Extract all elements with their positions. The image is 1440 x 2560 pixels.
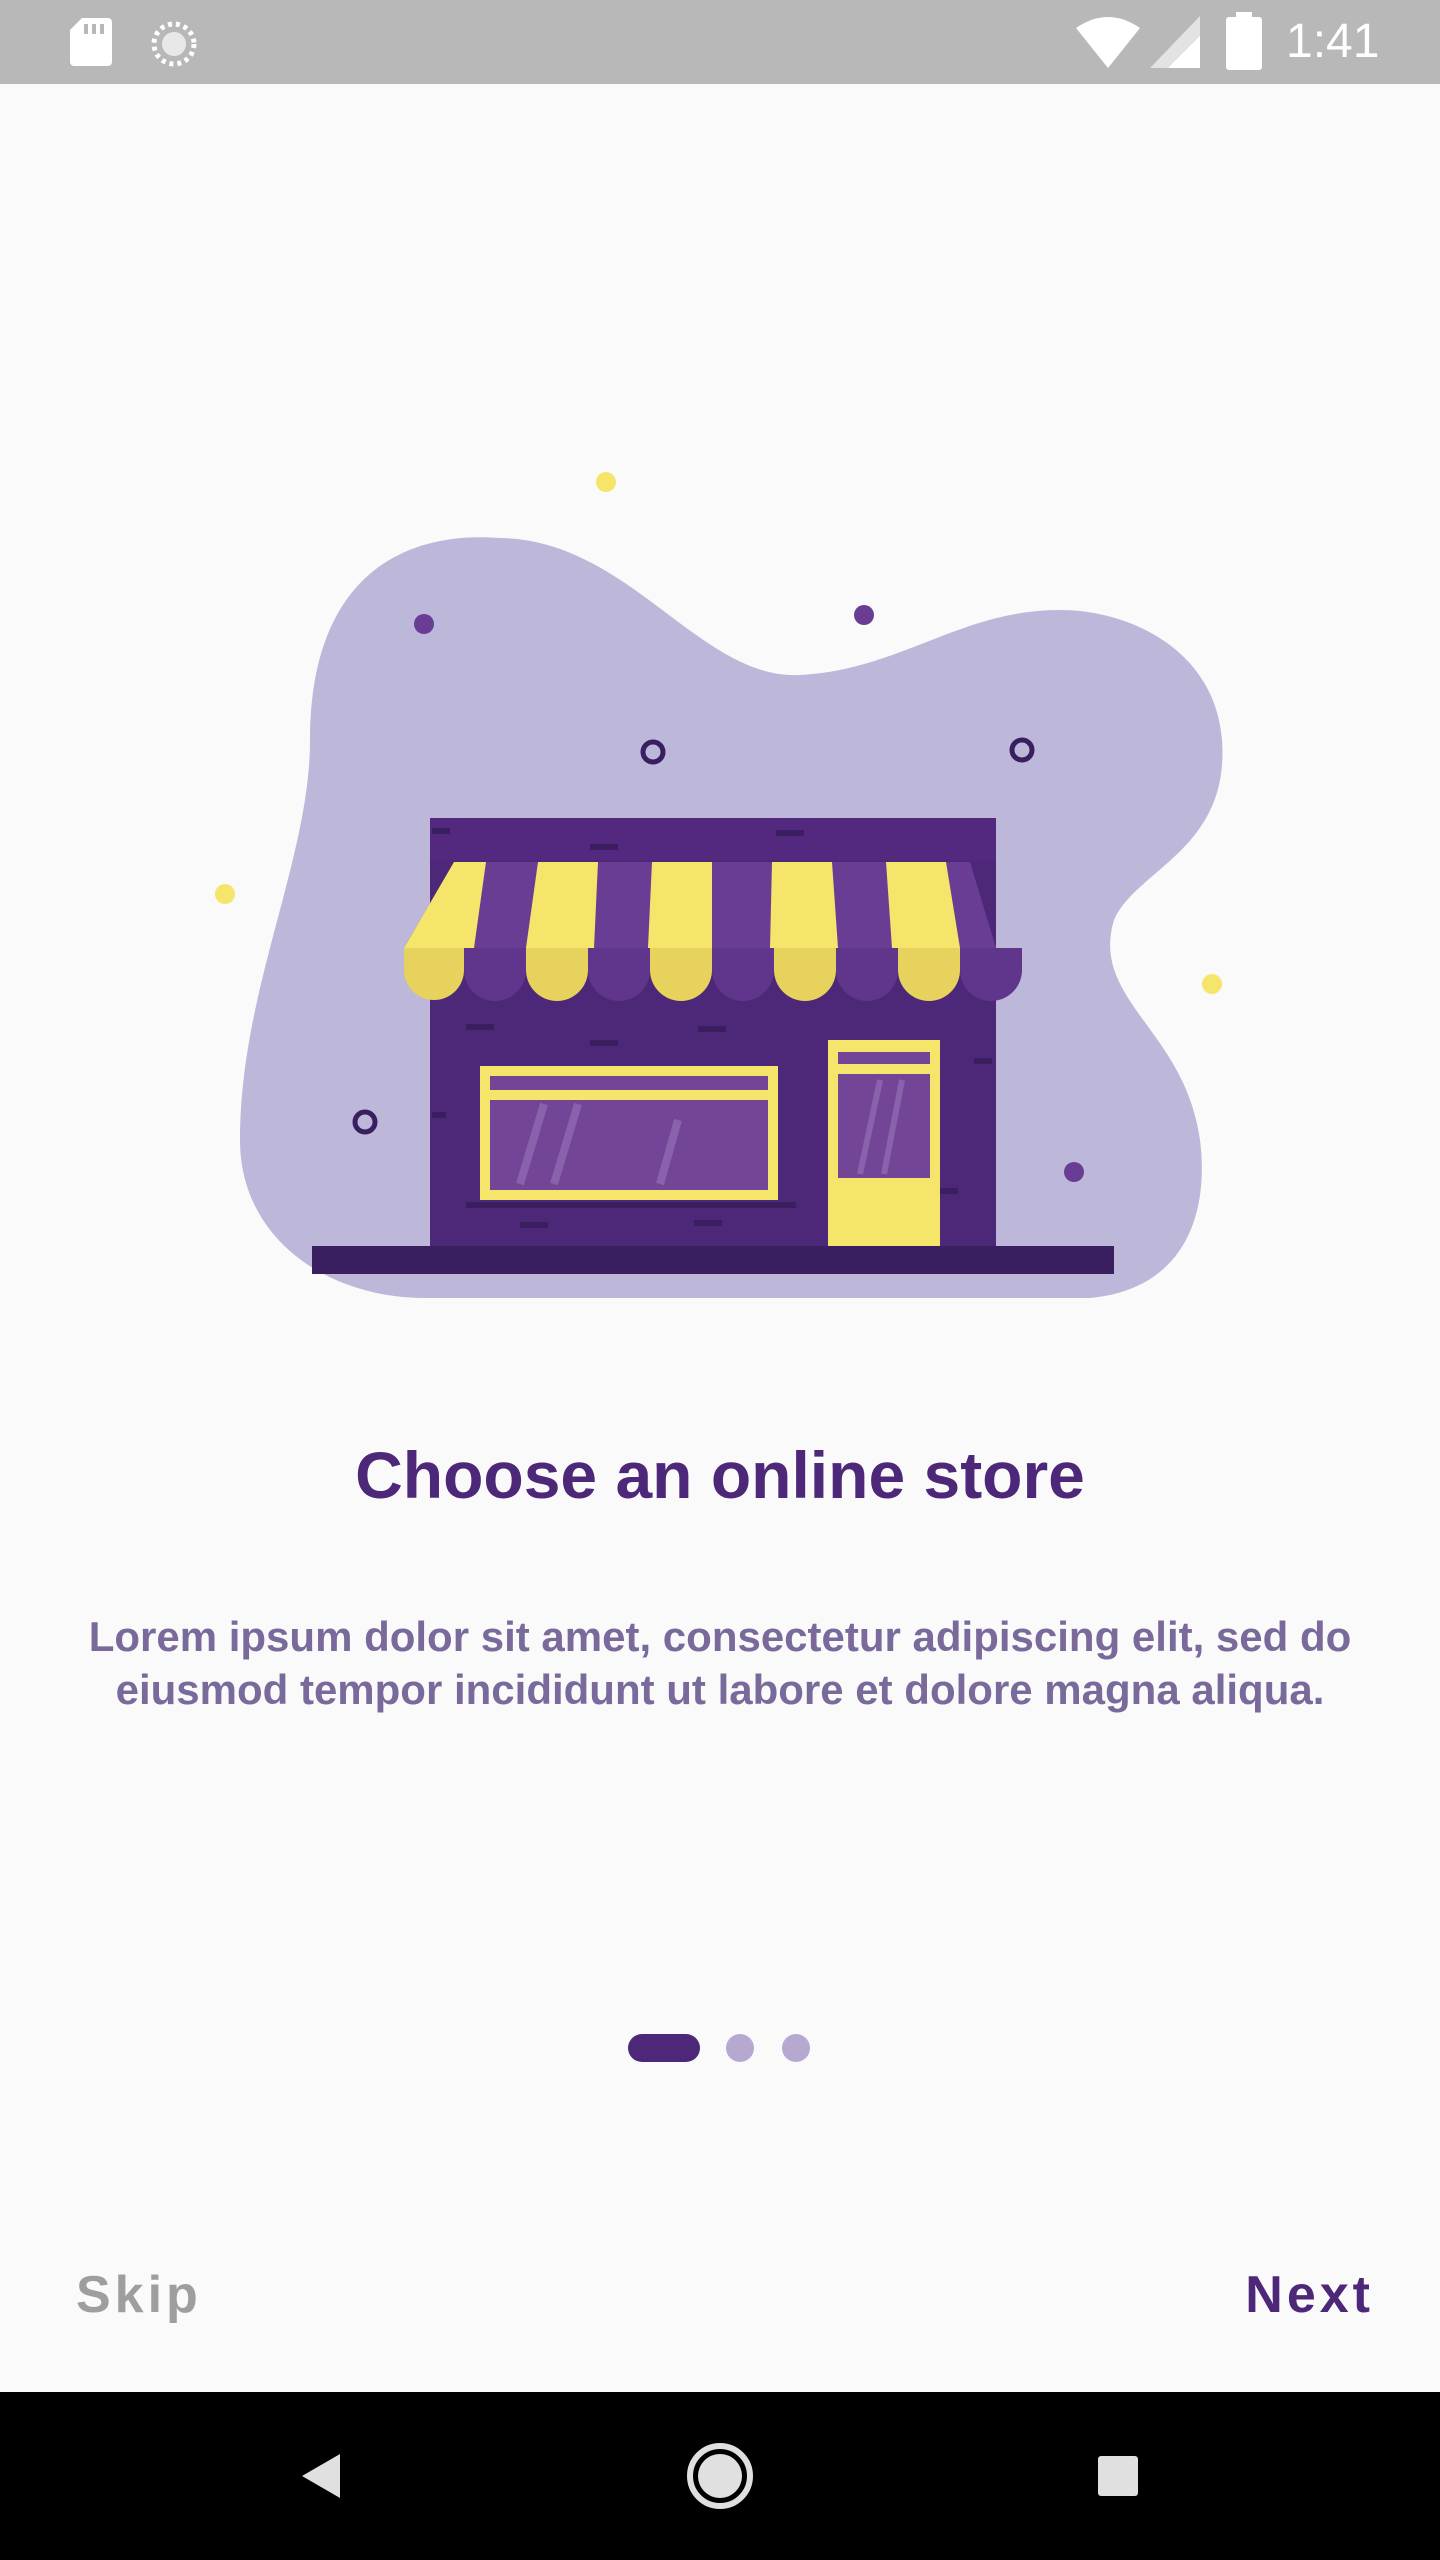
page-dot-3[interactable] <box>782 2034 810 2062</box>
wifi-icon <box>1076 17 1140 68</box>
page-indicator <box>628 2034 812 2062</box>
skip-button[interactable]: Skip <box>60 2250 280 2340</box>
system-nav-bar <box>0 2392 1440 2560</box>
status-clock: 1:41 <box>1286 15 1380 68</box>
sync-icon <box>151 21 197 67</box>
dot-purple <box>854 605 874 625</box>
storefront-illustration <box>215 472 1223 1299</box>
onboarding-description: Lorem ipsum dolor sit amet, consectetur … <box>88 1613 1352 1713</box>
storefront-ground <box>312 1246 1114 1274</box>
back-icon[interactable] <box>270 2426 370 2526</box>
recents-icon[interactable] <box>1068 2426 1168 2526</box>
sd-card-icon <box>70 18 112 66</box>
building-top <box>430 818 996 860</box>
next-button[interactable]: Next <box>1180 2250 1390 2340</box>
page-dot-1-active[interactable] <box>628 2034 700 2062</box>
dot-yellow <box>215 884 235 904</box>
cell-signal-icon <box>1150 16 1200 68</box>
status-bar: 1:41 <box>0 0 1440 84</box>
dot-yellow <box>596 472 616 492</box>
dot-yellow <box>1202 974 1222 994</box>
onboarding-title: Choose an online store <box>355 1438 1085 1512</box>
page-dot-2[interactable] <box>726 2034 754 2062</box>
home-icon[interactable] <box>670 2426 770 2526</box>
battery-icon <box>1226 12 1262 70</box>
dot-purple <box>1064 1162 1084 1182</box>
dot-purple <box>414 614 434 634</box>
